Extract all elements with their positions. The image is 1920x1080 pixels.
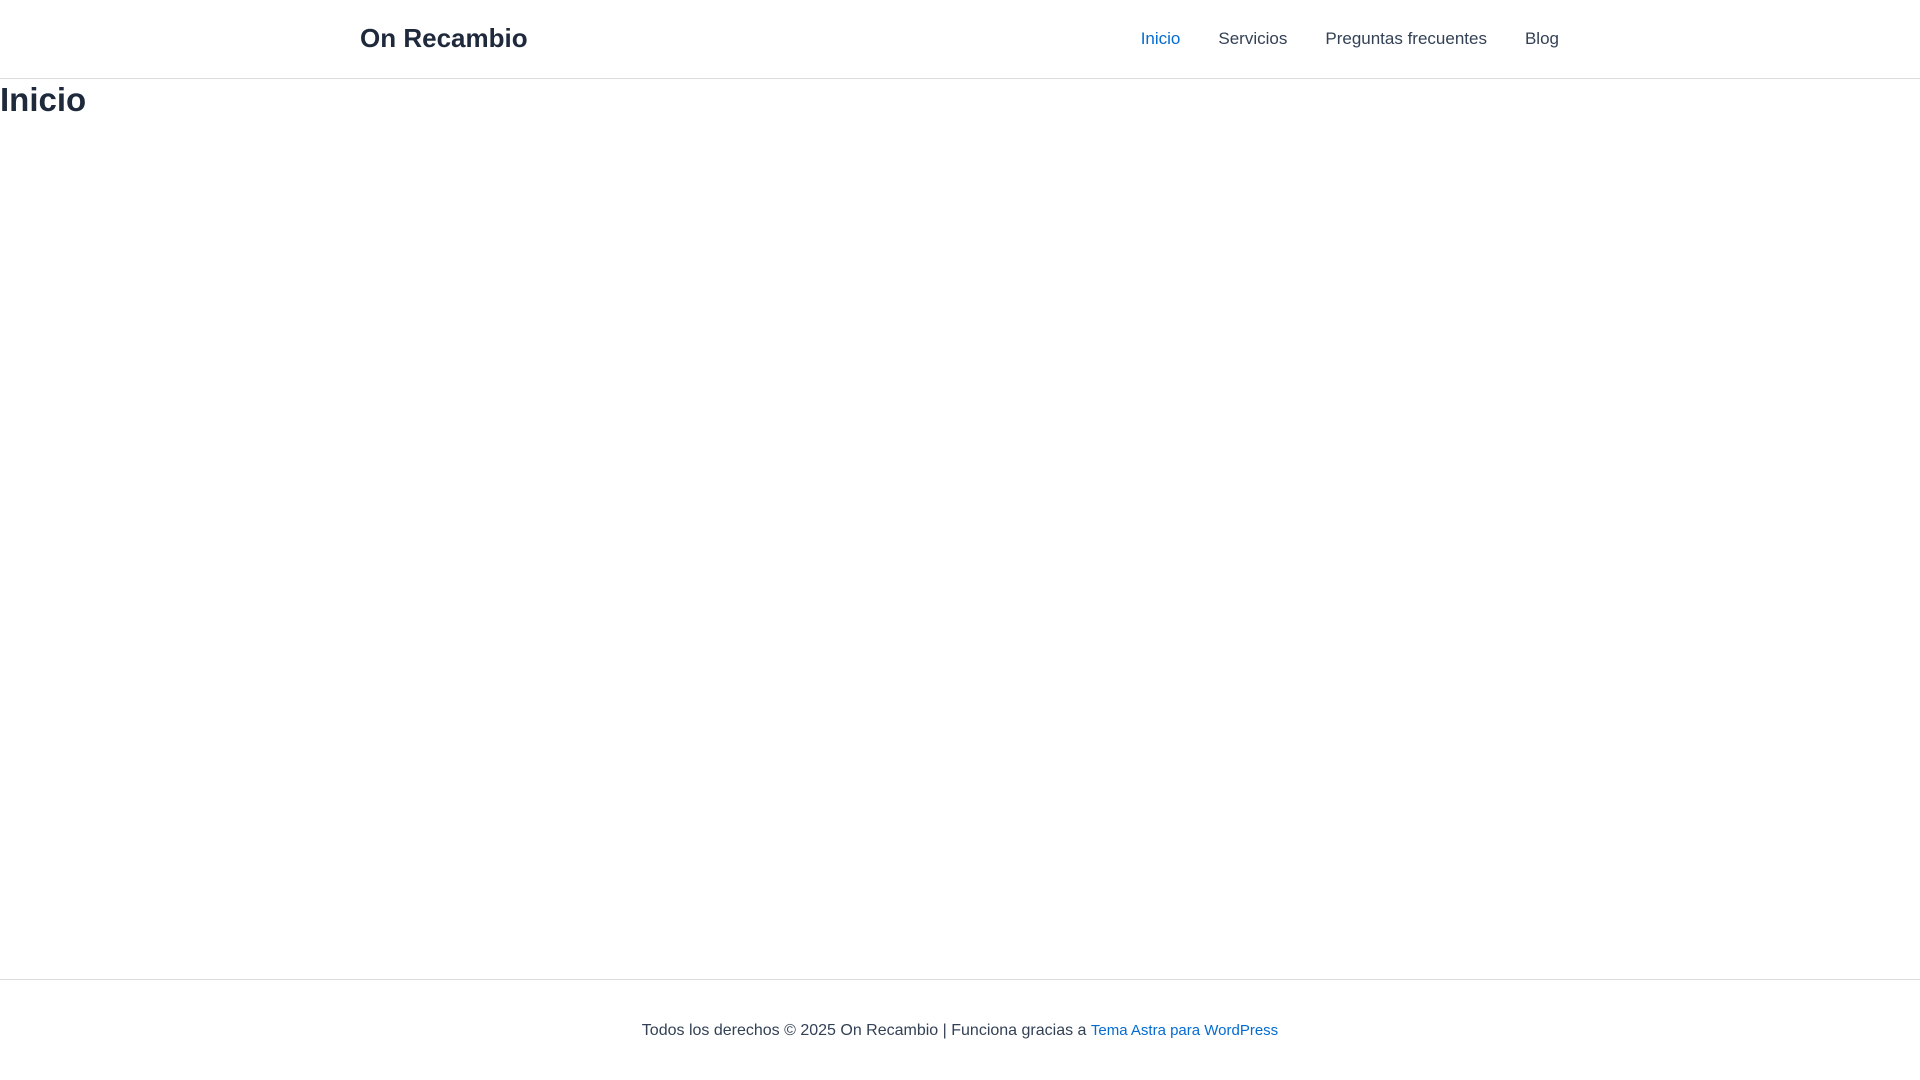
nav-item-preguntas-frecuentes[interactable]: Preguntas frecuentes xyxy=(1325,27,1487,51)
site-title-link[interactable]: On Recambio xyxy=(360,22,528,54)
page-title: Inicio xyxy=(0,81,87,118)
nav-item-servicios[interactable]: Servicios xyxy=(1218,27,1287,51)
theme-credit-link[interactable]: Tema Astra para WordPress xyxy=(1091,1022,1278,1039)
main-navigation: Inicio Servicios Preguntas frecuentes Bl… xyxy=(1141,27,1559,51)
page: On Recambio Inicio Servicios Preguntas f… xyxy=(0,0,1920,1080)
site-footer: Todos los derechos © 2025 On Recambio | … xyxy=(0,979,1920,1080)
copyright-text: Todos los derechos © 2025 On Recambio | … xyxy=(641,1022,1087,1039)
footer-copyright: Todos los derechos © 2025 On Recambio | … xyxy=(0,1020,1920,1042)
nav-item-blog[interactable]: Blog xyxy=(1525,27,1559,51)
site-header: On Recambio Inicio Servicios Preguntas f… xyxy=(0,0,1920,79)
nav-item-inicio[interactable]: Inicio xyxy=(1141,27,1181,51)
